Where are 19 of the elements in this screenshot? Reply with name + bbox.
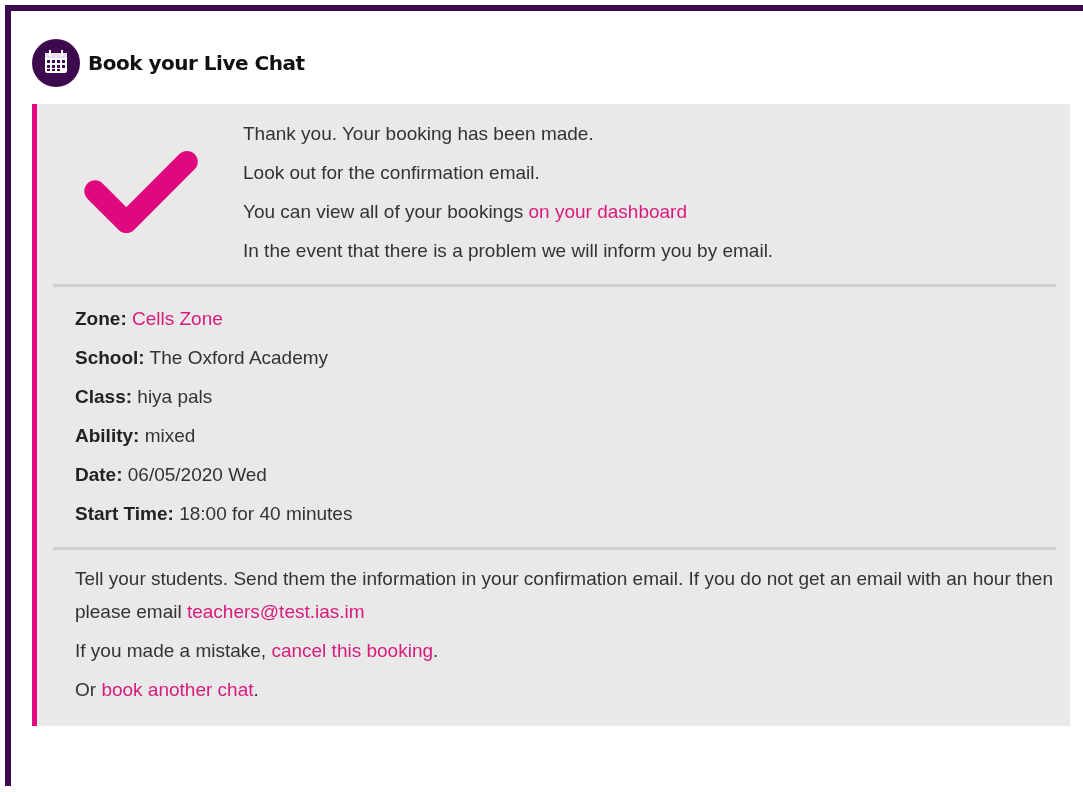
- confirmation-message: You can view all of your bookings on your dashboard: [243, 200, 688, 224]
- detail-row-text: Start Time: 18:00 for 40 minutes: [75, 502, 354, 526]
- dashboard-link[interactable]: on your dashboard: [528, 201, 687, 222]
- detail-row-text: Class: hiya pals: [75, 385, 214, 409]
- confirmation-message: In the event that there is a problem we will inform you by email.: [243, 239, 774, 263]
- detail-row-text: Ability: mixed: [75, 424, 197, 448]
- confirmation-message: Look out for the confirmation email.: [243, 161, 541, 185]
- page-title: Book your Live Chat: [88, 51, 305, 75]
- instruction-text: Or book another chat.: [75, 678, 260, 702]
- text-link[interactable]: book another chat: [101, 679, 254, 700]
- instruction-text: If you made a mistake, cancel this booking.: [75, 639, 440, 663]
- confirmation-message: Thank you. Your booking has been made.: [243, 122, 595, 146]
- text-link[interactable]: teachers@test.ias.im: [186, 601, 365, 622]
- text-link[interactable]: cancel this booking: [271, 640, 434, 661]
- detail-row-text: Date: 06/05/2020 Wed: [75, 463, 268, 487]
- calendar-icon: [32, 39, 80, 87]
- detail-row-text: School: The Oxford Academy: [75, 346, 330, 370]
- detail-row-text: Zone: Cells Zone: [75, 307, 224, 331]
- zone-link[interactable]: Cells Zone: [132, 308, 223, 329]
